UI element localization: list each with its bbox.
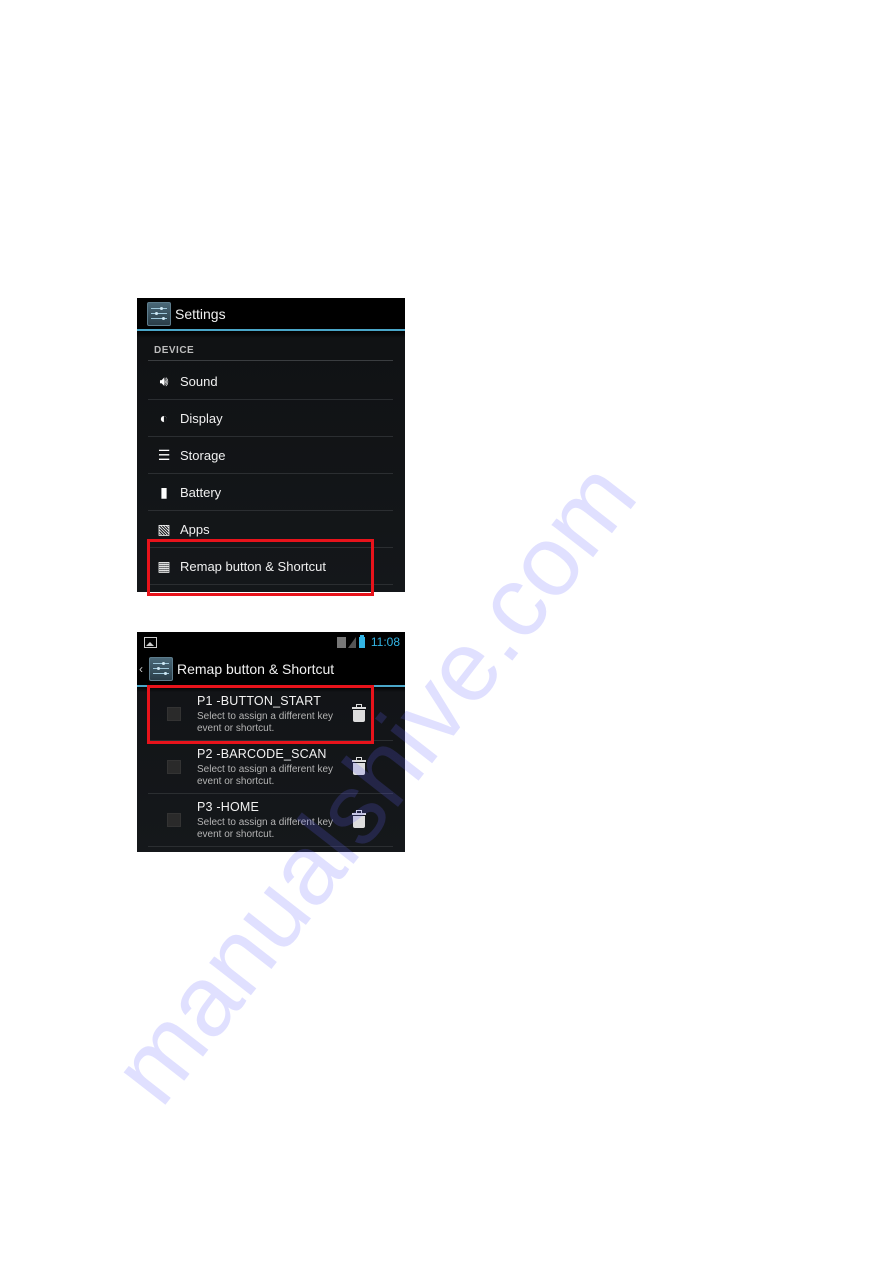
image-icon — [144, 636, 157, 648]
action-bar-title: Settings — [175, 305, 226, 322]
settings-item-display[interactable]: ◐ Display — [148, 400, 393, 437]
section-header-device: DEVICE — [154, 345, 195, 356]
brightness-icon: ◐ — [159, 410, 169, 426]
remap-row-p2[interactable]: P2 -BARCODE_SCAN Select to assign a diff… — [148, 741, 393, 794]
remap-row-name: P2 -BARCODE_SCAN — [197, 747, 327, 761]
status-clock: 11:08 — [370, 635, 400, 649]
checkbox[interactable] — [167, 813, 181, 827]
speaker-icon: 🔊︎ — [159, 372, 169, 389]
status-bar: 11:08 — [137, 632, 405, 652]
settings-item-label: Sound — [180, 373, 218, 389]
battery-icon — [358, 634, 365, 648]
settings-item-label: Battery — [180, 484, 222, 500]
trash-icon[interactable] — [352, 810, 366, 828]
settings-sliders-icon[interactable] — [149, 656, 173, 681]
back-chevron-icon[interactable]: ‹ — [139, 662, 147, 676]
watermark: manualshive.com — [0, 0, 893, 1263]
settings-sliders-icon — [147, 301, 171, 326]
settings-item-label: Storage — [180, 447, 226, 463]
signal-icon — [347, 636, 356, 648]
action-bar: ‹ Remap button & Shortcut — [137, 653, 405, 684]
settings-item-label: Display — [180, 410, 223, 426]
section-divider — [148, 360, 393, 361]
settings-item-battery[interactable]: ▮ Battery — [148, 474, 393, 511]
remap-row-summary: Select to assign a different key event o… — [197, 817, 334, 840]
apps-icon: ▧ — [157, 520, 171, 537]
checkbox[interactable] — [167, 760, 181, 774]
sim-icon — [336, 636, 346, 648]
remap-row-name: P3 -HOME — [197, 800, 260, 814]
remap-row-summary: Select to assign a different key event o… — [197, 764, 334, 787]
highlight-box-remap-item — [147, 539, 374, 596]
action-bar-title: Remap button & Shortcut — [177, 660, 335, 677]
highlight-box-p1-row — [147, 685, 374, 744]
trash-icon[interactable] — [352, 757, 366, 775]
storage-icon: ☰ — [157, 446, 171, 463]
settings-item-label: Apps — [180, 521, 210, 537]
action-bar: Settings — [137, 298, 405, 329]
battery-icon: ▮ — [160, 483, 168, 500]
action-bar-divider — [137, 329, 405, 331]
settings-item-sound[interactable]: 🔊︎ Sound — [148, 363, 393, 400]
remap-row-p3[interactable]: P3 -HOME Select to assign a different ke… — [148, 794, 393, 847]
settings-item-storage[interactable]: ☰ Storage — [148, 437, 393, 474]
